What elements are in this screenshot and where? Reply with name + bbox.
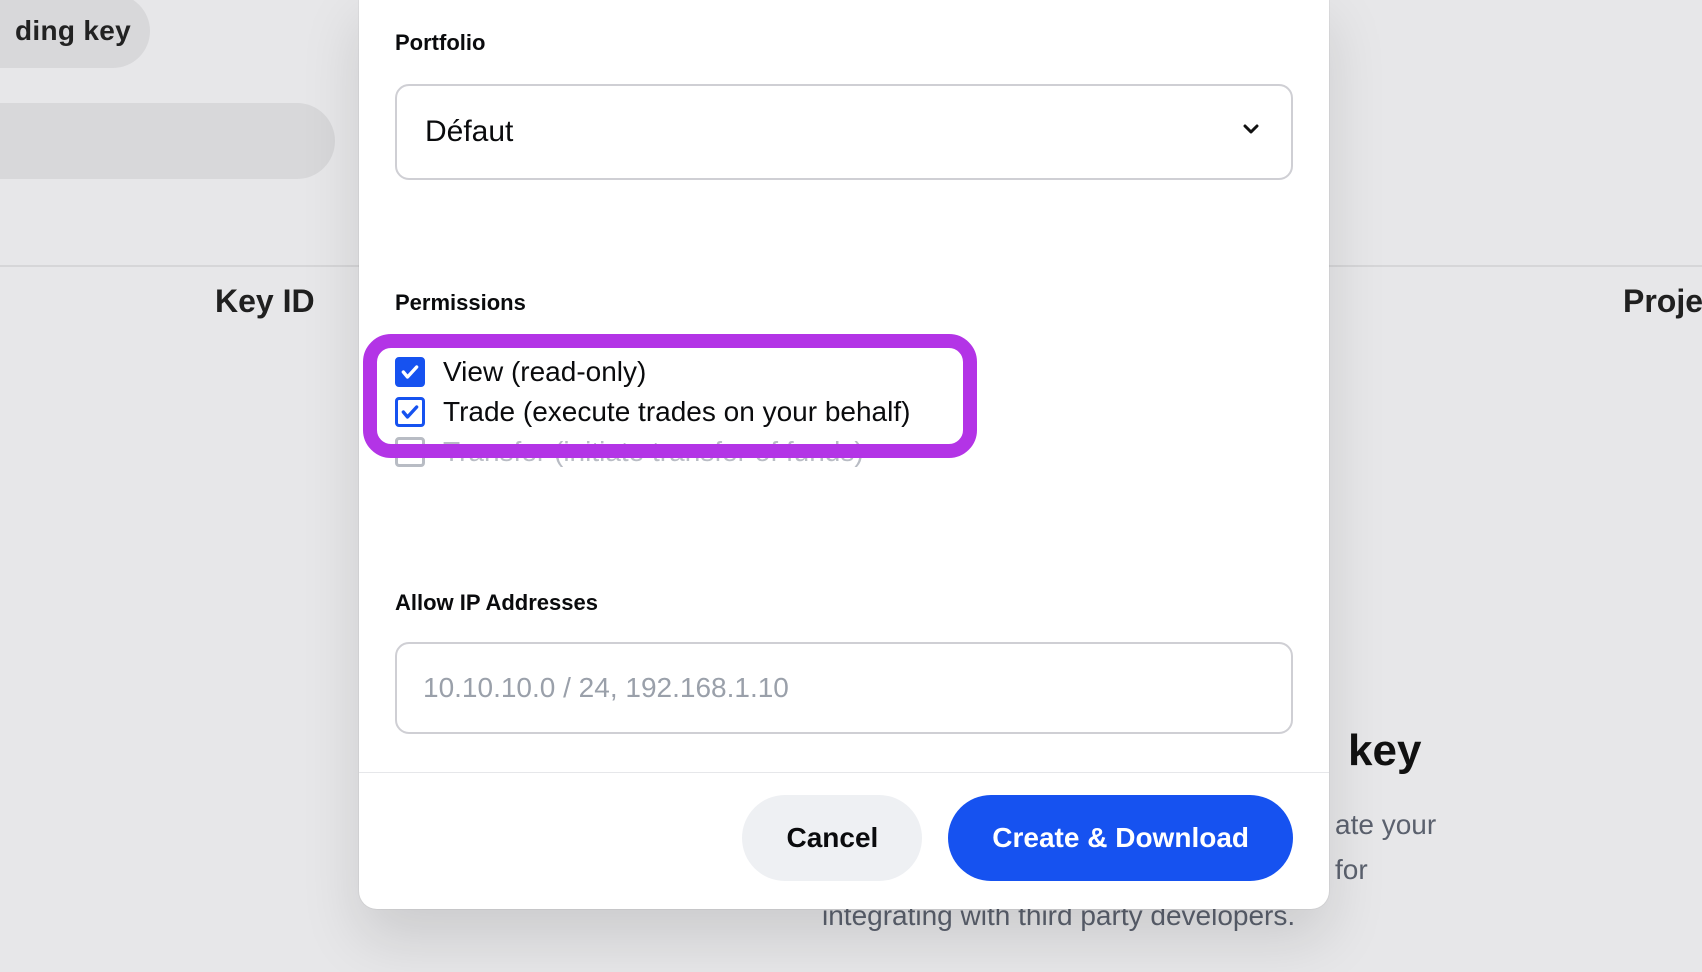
portfolio-select[interactable]: Défaut [395,84,1293,180]
bg-tab-chip-label: ding key [15,15,131,47]
bg-tab-chip: ding key [0,0,150,68]
bg-body-line-2: for [1335,848,1368,891]
bg-search-chip [0,103,335,179]
permissions-list: View (read-only) Trade (execute trades o… [395,352,1293,472]
cancel-button[interactable]: Cancel [742,795,922,881]
permission-label-transfer: Transfer (initiate transfer of funds) [443,436,864,468]
bg-heading-fragment: key [1348,726,1421,776]
create-api-key-modal: Portfolio Défaut Permissions View (read-… [359,0,1329,909]
checkbox-trade[interactable] [395,397,425,427]
permission-label-view: View (read-only) [443,356,646,388]
allow-ip-input[interactable] [395,642,1293,734]
check-icon [400,362,420,382]
permission-label-trade: Trade (execute trades on your behalf) [443,396,910,428]
portfolio-label: Portfolio [395,30,1293,56]
allow-ip-section: Allow IP Addresses [395,472,1293,734]
permissions-label: Permissions [395,290,1293,316]
chevron-down-icon [1239,115,1263,149]
checkbox-view[interactable] [395,357,425,387]
permission-row-trade: Trade (execute trades on your behalf) [395,392,1293,432]
permissions-section: Permissions View (read-only) Trade (exec… [395,180,1293,472]
modal-footer: Cancel Create & Download [395,773,1293,909]
check-icon [400,402,420,422]
column-header-project: Project [1623,283,1702,320]
column-header-key-id: Key ID [215,283,315,320]
portfolio-section: Portfolio Défaut [395,0,1293,180]
permission-row-view: View (read-only) [395,352,1293,392]
permission-row-transfer: Transfer (initiate transfer of funds) [395,432,1293,472]
bg-body-line-1: ate your [1335,803,1436,846]
portfolio-selected-value: Défaut [425,115,513,149]
create-download-button[interactable]: Create & Download [948,795,1293,881]
allow-ip-label: Allow IP Addresses [395,590,1293,616]
checkbox-transfer[interactable] [395,437,425,467]
